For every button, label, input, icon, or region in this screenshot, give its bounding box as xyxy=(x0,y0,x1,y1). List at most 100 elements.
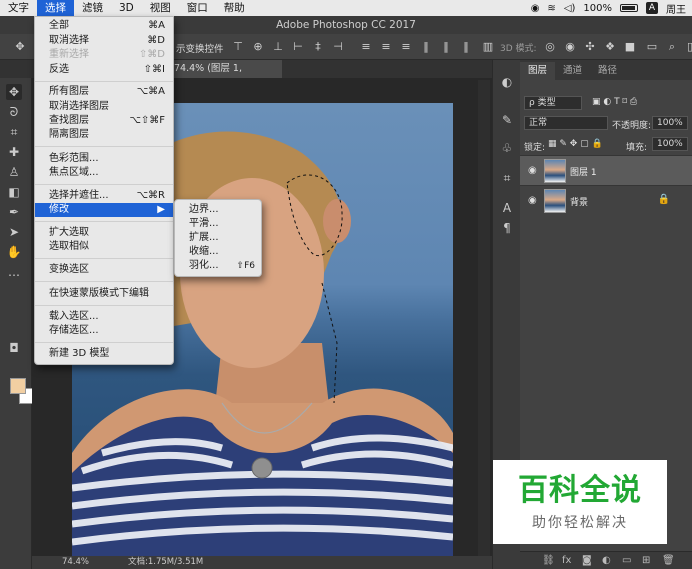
input-source-icon[interactable]: A xyxy=(646,2,658,14)
screen-mode-icon[interactable]: ▭ xyxy=(646,41,658,53)
submenu-item-feather[interactable]: 羽化... ⇧F6 xyxy=(175,259,261,273)
lock-options-icons[interactable]: ▦ ✎ ✥ ▢ 🔒 xyxy=(548,139,603,149)
distribute-left-icon[interactable]: ‖ xyxy=(420,41,432,53)
battery-icon[interactable] xyxy=(620,4,638,12)
layer-row-layer1[interactable]: ◉ 图层 1 xyxy=(520,155,692,185)
submenu-item-border[interactable]: 边界... xyxy=(175,203,261,217)
new-layer-icon[interactable]: ⊞ xyxy=(642,555,650,566)
wifi-icon[interactable]: ≋ xyxy=(547,3,555,14)
character-panel-icon[interactable]: A xyxy=(499,200,515,216)
submenu-item-contract[interactable]: 收缩... xyxy=(175,245,261,259)
submenu-item-expand[interactable]: 扩展... xyxy=(175,231,261,245)
align-right-icon[interactable]: ⊣ xyxy=(332,41,344,53)
search-icon[interactable]: ⌕ xyxy=(666,41,678,53)
link-layers-icon[interactable]: ⛓ xyxy=(542,555,555,566)
drag-3d-icon[interactable]: ✣ xyxy=(584,41,596,53)
distribute-top-icon[interactable]: ≡ xyxy=(360,41,372,53)
visibility-eye-icon[interactable]: ◉ xyxy=(528,195,537,206)
adjustment-layer-icon[interactable]: ◐ xyxy=(602,555,611,566)
menu-item-find-layers[interactable]: 查找图层 ⌥⇧⌘F xyxy=(35,114,173,128)
menu-window[interactable]: 窗口 xyxy=(179,0,216,16)
menu-item-save-selection[interactable]: 存储选区... xyxy=(35,324,173,338)
tab-layers[interactable]: 图层 xyxy=(520,62,556,80)
healing-brush-icon[interactable]: ✚ xyxy=(6,144,22,160)
menu-filter[interactable]: 滤镜 xyxy=(74,0,111,16)
menu-item-color-range[interactable]: 色彩范围... xyxy=(35,152,173,166)
menu-item-grow[interactable]: 扩大选取 xyxy=(35,226,173,240)
vertical-scrollbar[interactable] xyxy=(478,80,490,556)
wechat-icon[interactable]: ◉ xyxy=(531,3,540,14)
user-name[interactable]: 周王 xyxy=(666,1,686,16)
move-tool-icon[interactable]: ✥ xyxy=(6,84,22,100)
align-left-icon[interactable]: ⊢ xyxy=(292,41,304,53)
submenu-item-smooth[interactable]: 平滑... xyxy=(175,217,261,231)
show-transform-controls-label[interactable]: 示变换控件 xyxy=(176,41,224,55)
fx-icon[interactable]: fx xyxy=(562,555,571,566)
align-bottom-icon[interactable]: ⊥ xyxy=(272,41,284,53)
roll-3d-icon[interactable]: ◉ xyxy=(564,41,576,53)
volume-icon[interactable]: ◁) xyxy=(564,3,576,14)
menu-3d[interactable]: 3D xyxy=(111,0,142,16)
clone-stamp-icon[interactable]: ♙ xyxy=(6,164,22,180)
more-tools-icon[interactable]: … xyxy=(6,264,22,280)
align-top-icon[interactable]: ⊤ xyxy=(232,41,244,53)
delete-layer-icon[interactable]: 🗑 xyxy=(662,555,675,566)
distribute-right-icon[interactable]: ‖ xyxy=(460,41,472,53)
opacity-input[interactable]: 100% xyxy=(652,116,688,130)
tab-paths[interactable]: 路径 xyxy=(590,62,625,80)
menu-item-quick-mask[interactable]: 在快速蒙版模式下编辑 xyxy=(35,287,173,301)
blend-mode-dropdown[interactable]: 正常 xyxy=(524,116,608,130)
menu-item-inverse[interactable]: 反选 ⇧⌘I xyxy=(35,63,173,77)
rotate-3d-icon[interactable]: ◎ xyxy=(544,41,556,53)
zoom-level[interactable]: 74.4% xyxy=(62,556,89,569)
quick-mask-icon[interactable]: ◘ xyxy=(6,340,22,356)
menu-item-focus-area[interactable]: 焦点区域... xyxy=(35,166,173,180)
auto-align-icon[interactable]: ▥ xyxy=(482,41,494,53)
pen-tool-icon[interactable]: ✒ xyxy=(6,204,22,220)
scale-3d-icon[interactable]: ■ xyxy=(624,41,636,53)
menu-item-all-layers[interactable]: 所有图层 ⌥⌘A xyxy=(35,85,173,99)
crop-tool-icon[interactable]: ⌗ xyxy=(6,124,22,140)
slide-3d-icon[interactable]: ❖ xyxy=(604,41,616,53)
document-tab[interactable]: 74.4% (图层 1, RGB/8#) * xyxy=(172,60,282,92)
distribute-hcenter-icon[interactable]: ‖ xyxy=(440,41,452,53)
distribute-vcenter-icon[interactable]: ≡ xyxy=(380,41,392,53)
menu-item-deselect[interactable]: 取消选择 ⌘D xyxy=(35,34,173,48)
layer-row-background[interactable]: ◉ 背景 🔒 xyxy=(520,185,692,215)
menu-item-new-3d-extrusion[interactable]: 新建 3D 模型 xyxy=(35,347,173,361)
document-size[interactable]: 文档:1.75M/3.51M xyxy=(128,556,203,569)
workspace-icon[interactable]: ▯ xyxy=(684,41,692,53)
distribute-bottom-icon[interactable]: ≡ xyxy=(400,41,412,53)
foreground-color-swatch[interactable] xyxy=(10,378,26,394)
add-mask-icon[interactable]: ◙ xyxy=(582,555,592,566)
menu-item-select-and-mask[interactable]: 选择并遮住... ⌥⌘R xyxy=(35,189,173,203)
menu-item-deselect-layers[interactable]: 取消选择图层 xyxy=(35,100,173,114)
menu-item-all[interactable]: 全部 ⌘A xyxy=(35,19,173,33)
filter-icons[interactable]: ▣ ◐ T ⌑ ⎙ xyxy=(592,97,637,107)
color-panel-icon[interactable]: ◐ xyxy=(499,74,515,90)
crop-panel-icon[interactable]: ⌗ xyxy=(499,170,515,186)
menu-help[interactable]: 帮助 xyxy=(216,0,253,16)
tab-channels[interactable]: 通道 xyxy=(555,62,590,80)
layer-filter-dropdown[interactable]: ρ 类型 xyxy=(524,96,582,110)
path-select-icon[interactable]: ➤ xyxy=(6,224,22,240)
align-hcenter-icon[interactable]: ‡ xyxy=(312,41,324,53)
menu-item-similar[interactable]: 选取相似 xyxy=(35,240,173,254)
eraser-tool-icon[interactable]: ◧ xyxy=(6,184,22,200)
menu-view[interactable]: 视图 xyxy=(142,0,179,16)
lasso-tool-icon[interactable]: ᘐ xyxy=(6,104,22,120)
menu-text[interactable]: 文字 xyxy=(0,0,37,16)
new-group-icon[interactable]: ▭ xyxy=(622,555,631,566)
menu-item-isolate-layers[interactable]: 隔离图层 xyxy=(35,128,173,142)
hand-tool-icon[interactable]: ✋ xyxy=(6,244,22,260)
menu-item-transform-selection[interactable]: 变换选区 xyxy=(35,263,173,277)
brush-panel-icon[interactable]: ✎ xyxy=(499,112,515,128)
menu-item-modify[interactable]: 修改 ▶ xyxy=(35,203,173,217)
visibility-eye-icon[interactable]: ◉ xyxy=(528,165,537,176)
paragraph-panel-icon[interactable]: ¶ xyxy=(499,220,515,236)
move-tool-icon[interactable]: ✥ xyxy=(14,41,26,53)
align-vcenter-icon[interactable]: ⊕ xyxy=(252,41,264,53)
clone-source-icon[interactable]: ♧ xyxy=(499,140,515,156)
menu-item-load-selection[interactable]: 载入选区... xyxy=(35,310,173,324)
menu-select[interactable]: 选择 xyxy=(37,0,74,16)
